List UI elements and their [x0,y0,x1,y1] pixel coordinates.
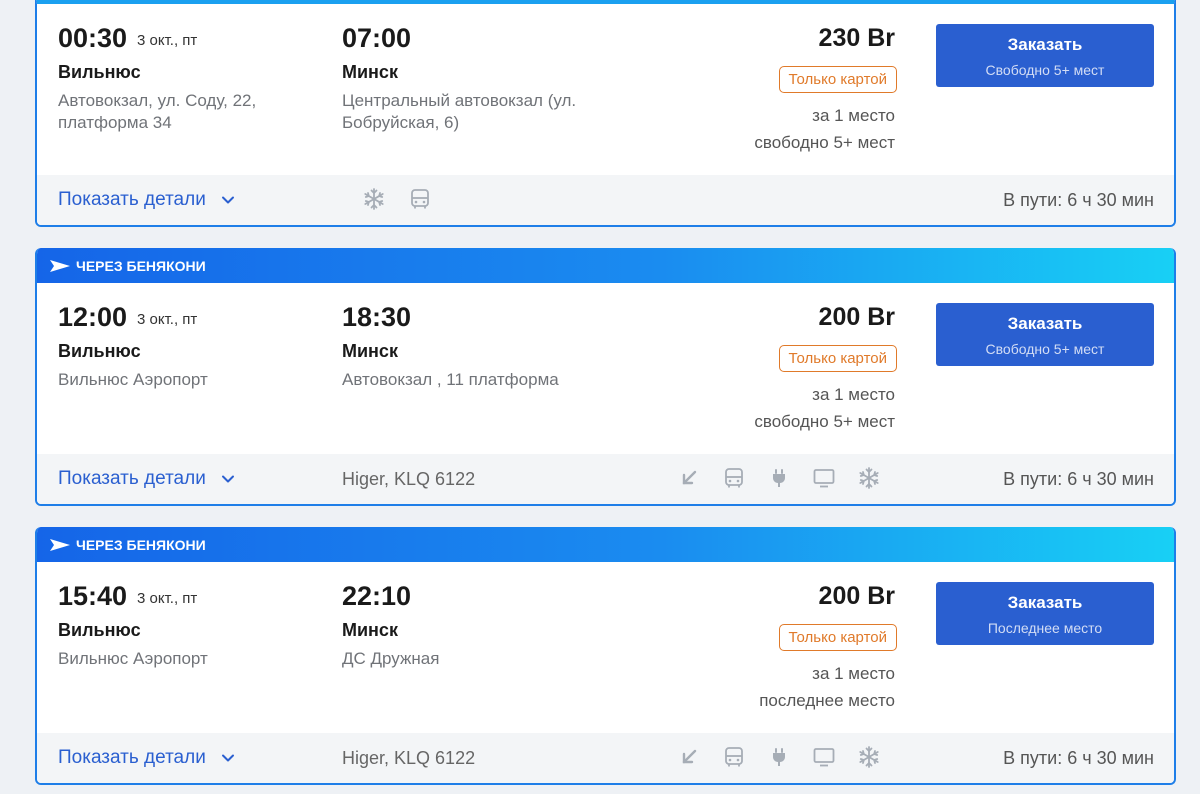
arrival-time: 22:10 [342,581,412,611]
snowflake-icon [362,187,386,211]
travel-duration: В пути: 6 ч 30 мин [1003,748,1154,768]
trip-main: 00:30 3 окт., пт Вильнюс Автовокзал, ул.… [37,4,1174,174]
departure-city: Вильнюс [58,620,141,640]
payment-badge: Только картой [778,345,897,372]
departure-date: 3 окт., пт [137,32,198,49]
snowflake-icon [857,466,881,490]
departure-city: Вильнюс [58,341,141,361]
bus-model: Higer, KLQ 6122 [342,469,476,489]
route-arrow-icon [50,259,70,272]
route-arrow-icon [50,538,70,551]
arrival-city: Минск [342,620,398,640]
order-button-label: Заказать [1007,35,1083,54]
departure-date: 3 окт., пт [137,311,198,328]
order-button-seats: Свободно 5+ мест [985,341,1105,357]
seats-available: свободно 5+ мест [754,133,895,152]
arrival-time: 07:00 [342,23,412,53]
arrival-address: ДС Дружная [342,649,440,668]
show-details-label: Показать детали [58,747,206,768]
price: 230 Br [818,24,895,52]
departure-city: Вильнюс [58,62,141,82]
power-plug-icon [767,745,791,769]
show-details-label: Показать детали [58,189,206,210]
departure-address: Вильнюс Аэропорт [58,649,208,668]
trip-footer: Показать детали В пути: 6 ч 30 мин [37,175,1174,225]
show-details-link[interactable]: Показать детали [58,747,236,769]
departure-address: Автовокзал, ул. Соду, 22, платформа 34 [58,91,257,132]
arrival-address: Центральный автовокзал (ул. Бобруйская, … [342,91,577,132]
trip-main: 15:40 3 окт., пт Вильнюс Вильнюс Аэропор… [37,562,1174,734]
chevron-down-icon [220,471,236,487]
power-plug-icon [767,466,791,490]
trip-footer: Показать детали Higer, KLQ 6122 В пути: … [37,733,1174,783]
price: 200 Br [818,303,895,331]
trip-footer: Показать детали Higer, KLQ 6122 В пути: … [37,454,1174,504]
seats-available: последнее место [759,691,895,710]
chevron-down-icon [220,750,236,766]
bus-icon [722,466,746,490]
departure-date: 3 окт., пт [137,590,198,607]
departure-time: 00:30 [58,23,128,53]
order-button-label: Заказать [1007,314,1083,333]
show-details-link[interactable]: Показать детали [58,189,236,211]
price-per-seat: за 1 место [812,664,895,683]
recline-seat-icon [677,466,701,490]
route-via-label: ЧЕРЕЗ БЕНЯКОНИ [76,257,206,274]
show-details-link[interactable]: Показать детали [58,468,236,490]
trip-main: 12:00 3 окт., пт Вильнюс Вильнюс Аэропор… [37,283,1174,455]
arrival-city: Минск [342,341,398,361]
tv-icon [812,466,836,490]
chevron-down-icon [220,192,236,208]
trip-card: 00:30 3 окт., пт Вильнюс Автовокзал, ул.… [35,0,1176,227]
payment-badge: Только картой [778,66,897,93]
seats-available: свободно 5+ мест [754,412,895,431]
arrival-address: Автовокзал , 11 платформа [342,370,559,389]
order-button-seats: Свободно 5+ мест [985,62,1105,78]
departure-address: Вильнюс Аэропорт [58,370,208,389]
trip-card: ЧЕРЕЗ БЕНЯКОНИ 12:00 3 окт., пт Вильнюс … [35,248,1176,506]
tv-icon [812,745,836,769]
departure-time: 15:40 [58,581,128,611]
show-details-label: Показать детали [58,468,206,489]
departure-time: 12:00 [58,302,128,332]
order-button-label: Заказать [1007,593,1083,612]
arrival-time: 18:30 [342,302,412,332]
payment-badge: Только картой [778,624,897,651]
route-via-banner: ЧЕРЕЗ БЕНЯКОНИ [37,527,1174,562]
bus-model: Higer, KLQ 6122 [342,748,476,768]
price-per-seat: за 1 место [812,385,895,404]
order-button[interactable]: Заказать Свободно 5+ мест [936,24,1154,87]
travel-duration: В пути: 6 ч 30 мин [1003,469,1154,489]
order-button[interactable]: Заказать Свободно 5+ мест [936,303,1154,366]
recline-seat-icon [677,745,701,769]
order-button-seats: Последнее место [987,620,1103,636]
snowflake-icon [857,745,881,769]
price-per-seat: за 1 место [812,106,895,125]
bus-icon [408,187,432,211]
travel-duration: В пути: 6 ч 30 мин [1003,190,1154,210]
bus-icon [722,745,746,769]
arrival-city: Минск [342,62,398,82]
trip-card: ЧЕРЕЗ БЕНЯКОНИ 15:40 3 окт., пт Вильнюс … [35,527,1176,785]
order-button[interactable]: Заказать Последнее место [936,582,1154,645]
route-via-banner: ЧЕРЕЗ БЕНЯКОНИ [37,248,1174,283]
route-via-label: ЧЕРЕЗ БЕНЯКОНИ [76,536,206,553]
price: 200 Br [818,582,895,610]
